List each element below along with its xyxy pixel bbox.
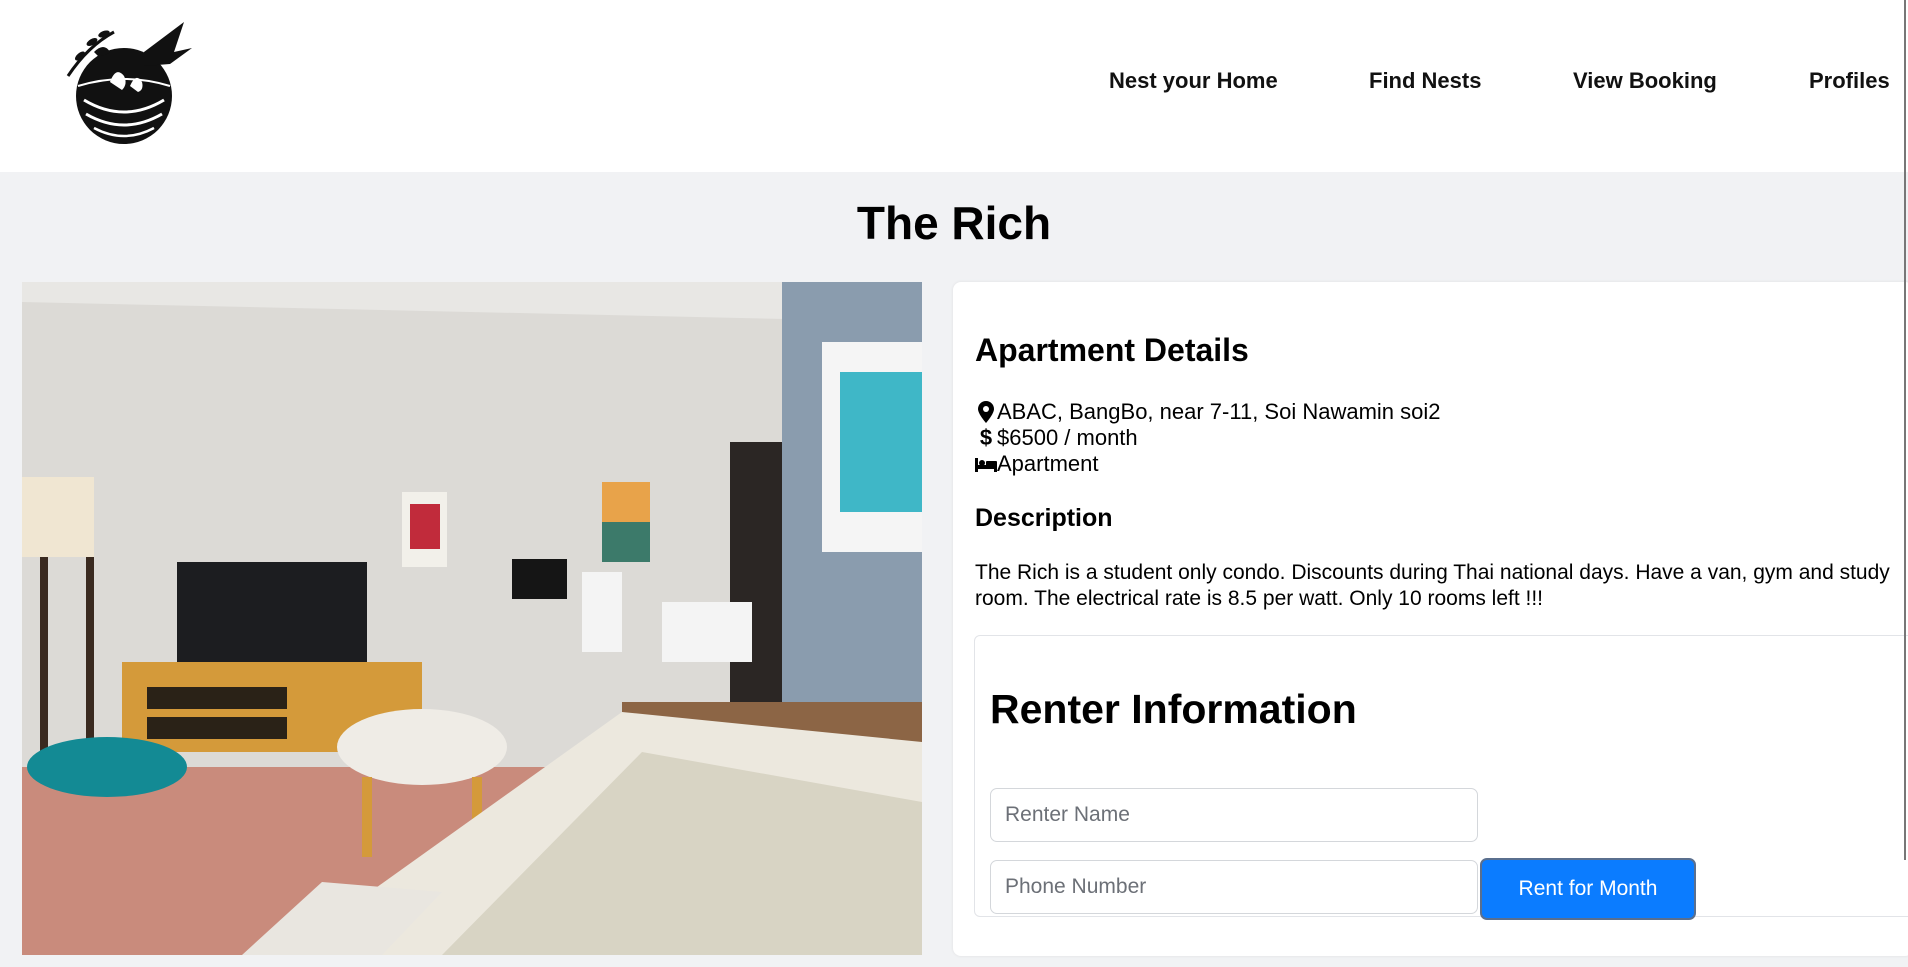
location-text: ABAC, BangBo, near 7-11, Soi Nawamin soi…	[997, 399, 1441, 424]
renter-information-title: Renter Information	[990, 686, 1357, 732]
nav-link-view-booking[interactable]: View Booking	[1573, 68, 1717, 94]
nav-link-nest-your-home[interactable]: Nest your Home	[1109, 68, 1278, 94]
location-row: ABAC, BangBo, near 7-11, Soi Nawamin soi…	[975, 399, 1441, 425]
page-title: The Rich	[856, 197, 1052, 249]
price-text: $6500 / month	[997, 425, 1138, 450]
type-row: Apartment	[975, 451, 1099, 477]
map-pin-icon	[975, 401, 997, 423]
dollar-icon: $	[979, 425, 993, 450]
apartment-details-card: Apartment Details ABAC, BangBo, near 7-1…	[953, 282, 1908, 956]
description-text: The Rich is a student only condo. Discou…	[975, 561, 1890, 610]
nav-link-find-nests[interactable]: Find Nests	[1369, 68, 1481, 94]
rent-for-month-button[interactable]: Rent for Month	[1480, 858, 1696, 920]
renter-name-input[interactable]	[990, 788, 1478, 842]
bed-icon	[975, 453, 997, 475]
type-text: Apartment	[997, 451, 1099, 476]
navbar: Nest your Home Find Nests View Booking P…	[0, 0, 1908, 172]
nav-link-profiles[interactable]: Profiles	[1809, 68, 1890, 94]
phone-number-input[interactable]	[990, 860, 1478, 914]
description-title: Description	[975, 504, 1113, 532]
apartment-details-title: Apartment Details	[975, 332, 1249, 368]
apartment-photo	[22, 282, 922, 955]
renter-information-form: Renter Information Rent for Month	[974, 635, 1908, 920]
price-row: $ $6500 / month	[975, 425, 1138, 451]
bird-nest-logo-icon[interactable]	[58, 12, 196, 148]
scrollbar[interactable]	[1904, 0, 1906, 860]
